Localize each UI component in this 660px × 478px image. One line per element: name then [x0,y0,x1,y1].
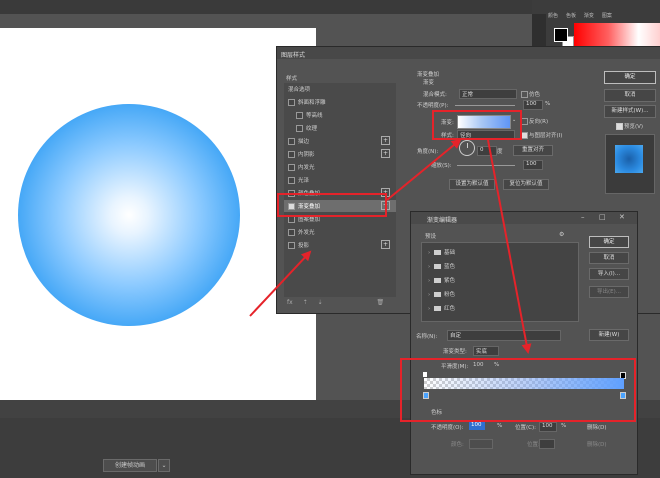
arrow-to-gradient-bar [487,139,532,354]
annotation-arrows [249,138,532,354]
arrow-to-gradient-overlay [249,250,312,317]
arrow-to-gradient-swatch [386,138,462,201]
